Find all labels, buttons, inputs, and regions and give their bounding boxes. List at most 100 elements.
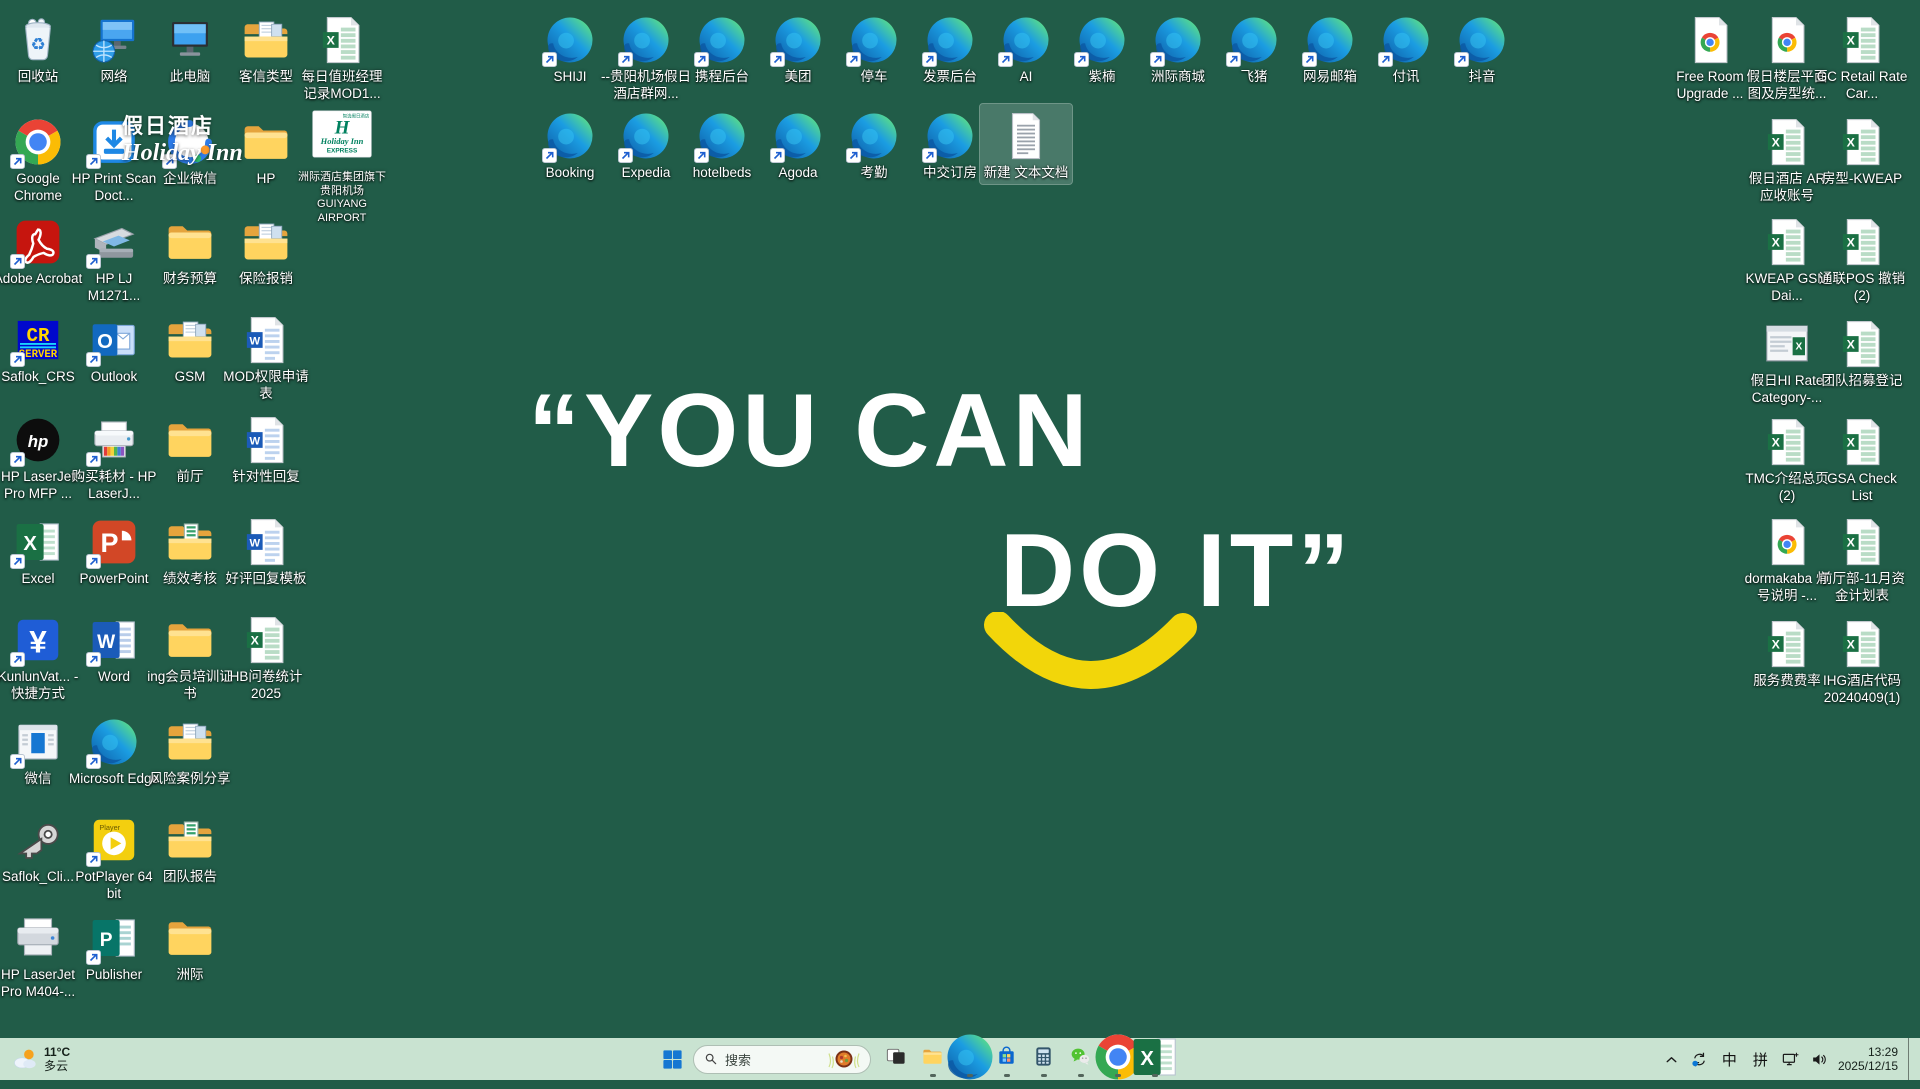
- desktop-icon[interactable]: X 通联POS 撤销(2): [1816, 210, 1908, 306]
- desktop-icon-label: 付讯: [1393, 69, 1420, 86]
- ime-mode-button[interactable]: 拼: [1745, 1041, 1776, 1077]
- desktop-icon-label: 好评回复模板: [226, 571, 307, 588]
- edge-link-icon: [1452, 9, 1512, 67]
- show-desktop-button[interactable]: [1908, 1038, 1914, 1080]
- edge-link-icon: [616, 105, 676, 163]
- desktop-icon-label: Booking: [546, 165, 595, 182]
- excel-file-icon: X: [1832, 411, 1892, 469]
- excel-file-icon: X: [1832, 613, 1892, 671]
- edge-button[interactable]: [951, 1040, 988, 1078]
- desktop-icon[interactable]: W好评回复模板: [220, 510, 312, 590]
- desktop-icon-label: 房型-KWEAP: [1822, 171, 1902, 188]
- running-indicator: [1078, 1074, 1084, 1077]
- desktop-icon-label: 网络: [101, 69, 128, 86]
- powerpoint-icon: P: [84, 511, 144, 569]
- desktop-icon-label: 每日值班经理记录MOD1...: [296, 69, 388, 102]
- shortcut-arrow-icon: [86, 652, 101, 667]
- svg-text:X: X: [23, 533, 37, 555]
- shortcut-arrow-icon: [1150, 52, 1165, 67]
- shortcut-arrow-icon: [10, 652, 25, 667]
- speaker-icon: [1810, 1050, 1829, 1069]
- svg-text:♻: ♻: [30, 35, 45, 54]
- desktop-icon[interactable]: X 房型-KWEAP: [1816, 110, 1908, 190]
- desktop-icon-label: 中交订房: [923, 165, 977, 182]
- excel-file-icon: X: [236, 609, 296, 667]
- desktop-icon[interactable]: XGSA Check List: [1816, 410, 1908, 506]
- desktop-icon[interactable]: 抖音: [1436, 8, 1528, 88]
- sync-icon: [1690, 1050, 1709, 1069]
- network-button[interactable]: [1776, 1041, 1805, 1077]
- shortcut-arrow-icon: [10, 452, 25, 467]
- svg-text:X: X: [1847, 136, 1856, 150]
- desktop: { "wallpaper": { "line1": "“YOU CAN", "l…: [0, 0, 1920, 1080]
- desktop-icon[interactable]: X前厅部-11月资金计划表: [1816, 510, 1908, 606]
- printer-gray-icon: [8, 907, 68, 965]
- desktop-icon-label: MOD权限申请表: [220, 369, 312, 402]
- tray-overflow-button[interactable]: [1658, 1041, 1685, 1077]
- taskview-icon: [884, 1045, 907, 1073]
- desktop-icon[interactable]: 风险案例分享: [144, 710, 236, 790]
- desktop-icon-label: 抖音: [1469, 69, 1496, 86]
- desktop-icon[interactable]: X每日值班经理记录MOD1...: [296, 8, 388, 104]
- chrome-icon: [8, 111, 68, 169]
- svg-text:X: X: [1847, 34, 1856, 48]
- excel-file-icon: X: [1832, 511, 1892, 569]
- desktop-icon[interactable]: XGC Retail Rate Car...: [1816, 8, 1908, 104]
- shortcut-arrow-icon: [86, 950, 101, 965]
- kunlun-icon: ¥: [8, 609, 68, 667]
- desktop-icon-label: SHIJI: [553, 69, 586, 86]
- shortcut-arrow-icon: [86, 754, 101, 769]
- edge-icon: [84, 711, 144, 769]
- desktop-icon[interactable]: XHB问卷统计2025: [220, 608, 312, 704]
- running-indicator: [930, 1074, 936, 1077]
- acrobat-icon: [8, 211, 68, 269]
- calculator-button[interactable]: [1025, 1040, 1062, 1078]
- desktop-icon[interactable]: 团队报告: [144, 808, 236, 888]
- desktop-icon-label: Word: [98, 669, 130, 686]
- edge-link-icon: [844, 105, 904, 163]
- folder-icon: [160, 409, 220, 467]
- volume-button[interactable]: [1805, 1041, 1834, 1077]
- svg-text:Player: Player: [99, 823, 120, 832]
- recycle-bin-icon: ♻: [8, 9, 68, 67]
- desktop-icon[interactable]: 新建 文本文档: [980, 104, 1072, 184]
- svg-text:X: X: [1847, 338, 1856, 352]
- desktop-icon[interactable]: W针对性回复: [220, 408, 312, 488]
- ime-language-button[interactable]: 中: [1714, 1041, 1745, 1077]
- desktop-icon-label: 前厅部-11月资金计划表: [1816, 571, 1908, 604]
- svg-text:O: O: [97, 331, 113, 353]
- shortcut-arrow-icon: [618, 148, 633, 163]
- svg-text:X: X: [1795, 342, 1802, 353]
- publisher-icon: P: [84, 907, 144, 965]
- shortcut-arrow-icon: [10, 352, 25, 367]
- weather-widget[interactable]: 11°C 多云: [12, 1038, 70, 1080]
- shortcut-arrow-icon: [86, 452, 101, 467]
- search-box[interactable]: 搜索: [693, 1045, 871, 1074]
- desktop-icon[interactable]: WMOD权限申请表: [220, 308, 312, 404]
- shortcut-arrow-icon: [86, 554, 101, 569]
- start-button[interactable]: [654, 1040, 691, 1078]
- desktop-icon-label: 财务预算: [163, 271, 217, 288]
- printer-color-icon: [84, 409, 144, 467]
- desktop-icon[interactable]: 洲际: [144, 906, 236, 986]
- desktop-icon[interactable]: 保险报销: [220, 210, 312, 290]
- clock[interactable]: 13:29 2025/12/15: [1834, 1045, 1904, 1073]
- desktop-icon-label: 通联POS 撤销(2): [1816, 271, 1908, 304]
- folder-docs-icon: [236, 211, 296, 269]
- shortcut-arrow-icon: [1302, 52, 1317, 67]
- desktop-icon-label: HB问卷统计2025: [220, 669, 312, 702]
- edge-link-icon: [768, 105, 828, 163]
- sync-status-button[interactable]: [1685, 1041, 1714, 1077]
- running-indicator: [1041, 1074, 1047, 1077]
- svg-text:X: X: [1772, 638, 1781, 652]
- desktop-icon[interactable]: XIHG酒店代码 20240409(1): [1816, 612, 1908, 708]
- edge-link-icon: [540, 105, 600, 163]
- shortcut-arrow-icon: [770, 148, 785, 163]
- excel-button[interactable]: X: [1136, 1040, 1173, 1078]
- svg-text:X: X: [1847, 236, 1856, 250]
- task-view-button[interactable]: [877, 1040, 914, 1078]
- desktop-icon[interactable]: X团队招募登记: [1816, 312, 1908, 392]
- desktop-icon-label: 风险案例分享: [150, 771, 231, 788]
- microsoft-store-button[interactable]: [988, 1040, 1025, 1078]
- folder-icon: [236, 111, 296, 169]
